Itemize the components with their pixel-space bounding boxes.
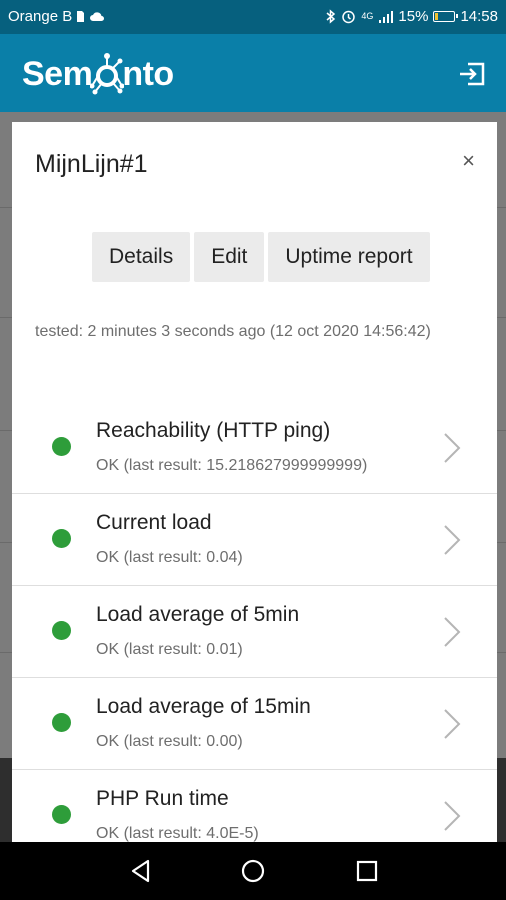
alarm-icon xyxy=(342,10,356,24)
checks-list: Reachability (HTTP ping) OK (last result… xyxy=(12,402,497,842)
recent-apps-icon[interactable] xyxy=(354,858,380,884)
tested-timestamp: tested: 2 minutes 3 seconds ago (12 oct … xyxy=(35,323,431,340)
back-icon[interactable] xyxy=(128,858,154,884)
status-right: 4G 15% 14:58 xyxy=(326,8,498,25)
chevron-right-icon xyxy=(444,617,461,647)
cloud-icon xyxy=(90,12,105,21)
app-header: Sem nto xyxy=(0,34,506,112)
dialog-actions: Details Edit Uptime report xyxy=(92,232,430,282)
check-status: OK (last result: 15.218627999999999) xyxy=(96,457,368,474)
check-item[interactable]: Load average of 5min OK (last result: 0.… xyxy=(12,586,497,678)
status-ok-indicator xyxy=(52,529,71,548)
check-item[interactable]: PHP Run time OK (last result: 4.0E-5) xyxy=(12,770,497,842)
status-ok-indicator xyxy=(52,437,71,456)
system-nav-bar xyxy=(0,842,506,900)
carrier-name: Orange B xyxy=(8,8,73,25)
network-type: 4G xyxy=(361,11,374,21)
check-item[interactable]: Load average of 15min OK (last result: 0… xyxy=(12,678,497,770)
chevron-right-icon xyxy=(444,433,461,463)
details-button[interactable]: Details xyxy=(92,232,191,282)
signal-icon xyxy=(379,10,394,23)
logout-icon[interactable] xyxy=(458,61,486,87)
status-bar: Orange B 4G 15% 14:58 xyxy=(0,0,506,34)
check-title: Load average of 5min xyxy=(96,603,300,626)
chevron-right-icon xyxy=(444,709,461,739)
close-button[interactable]: × xyxy=(462,148,475,174)
clock: 14:58 xyxy=(460,8,498,25)
sim-icon xyxy=(77,11,85,22)
monitor-dialog: MijnLijn#1 × Details Edit Uptime report … xyxy=(12,122,497,842)
check-status: OK (last result: 4.0E-5) xyxy=(96,825,259,842)
battery-icon xyxy=(433,11,459,22)
status-ok-indicator xyxy=(52,713,71,732)
logo-network-icon xyxy=(90,53,125,95)
status-ok-indicator xyxy=(52,621,71,640)
check-status: OK (last result: 0.00) xyxy=(96,733,243,750)
chevron-right-icon xyxy=(444,801,461,831)
battery-percent: 15% xyxy=(398,8,429,25)
dialog-title: MijnLijn#1 xyxy=(35,150,148,178)
semonto-logo: Sem nto xyxy=(22,52,174,96)
edit-button[interactable]: Edit xyxy=(194,232,265,282)
check-title: Reachability (HTTP ping) xyxy=(96,419,331,442)
check-item[interactable]: Reachability (HTTP ping) OK (last result… xyxy=(12,402,497,494)
uptime-report-button[interactable]: Uptime report xyxy=(268,232,430,282)
check-title: PHP Run time xyxy=(96,787,229,810)
home-icon[interactable] xyxy=(240,858,266,884)
check-status: OK (last result: 0.04) xyxy=(96,549,243,566)
check-item[interactable]: Current load OK (last result: 0.04) xyxy=(12,494,497,586)
status-left: Orange B xyxy=(8,8,105,25)
check-status: OK (last result: 0.01) xyxy=(96,641,243,658)
status-ok-indicator xyxy=(52,805,71,824)
bluetooth-icon xyxy=(326,9,336,24)
check-title: Current load xyxy=(96,511,212,534)
check-title: Load average of 15min xyxy=(96,695,311,718)
logo-text-start: Sem xyxy=(22,54,93,93)
logo-text-end: nto xyxy=(122,54,174,93)
chevron-right-icon xyxy=(444,525,461,555)
